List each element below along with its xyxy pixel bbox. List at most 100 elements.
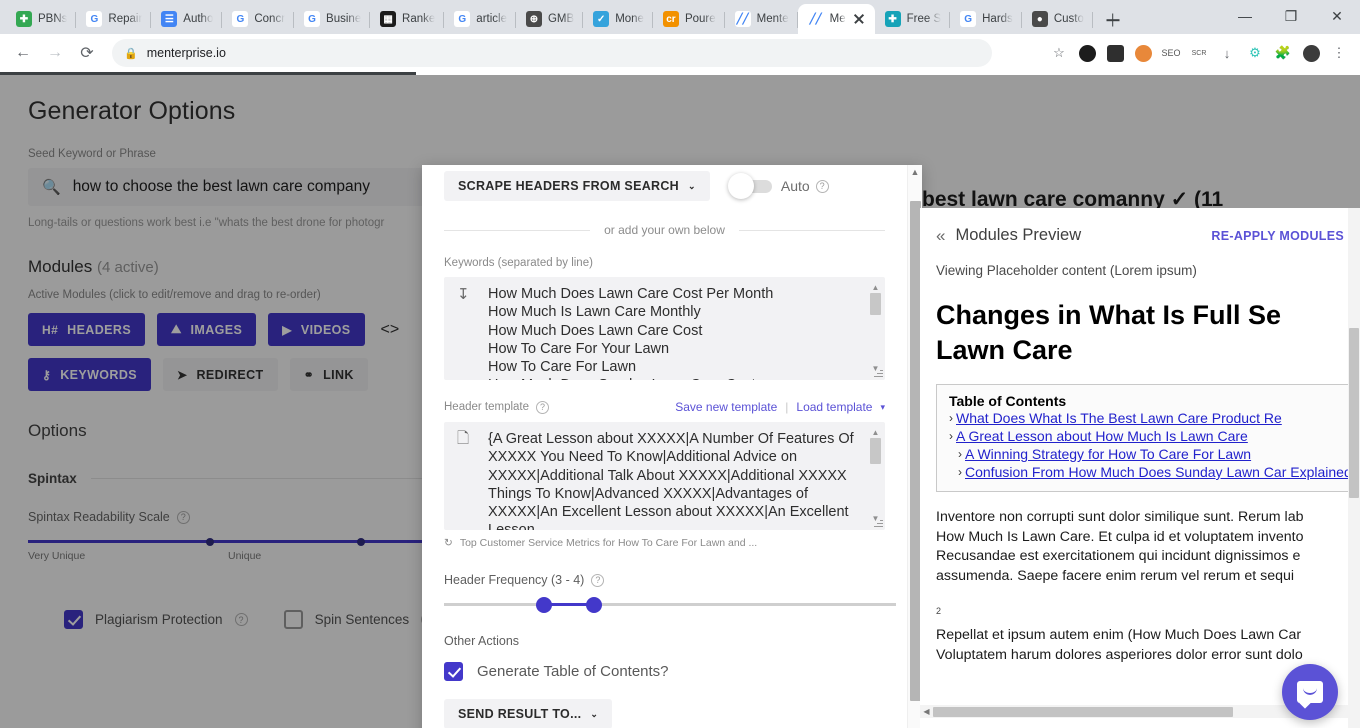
send-result-to-button[interactable]: SEND RESULT TO... ⌄ — [444, 699, 613, 728]
toc-bullet-icon: › — [958, 447, 962, 461]
keywords-textarea[interactable]: ↧ How Much Does Lawn Care Cost Per Month… — [444, 277, 885, 380]
google-icon: G — [454, 11, 471, 27]
intercom-chat-button[interactable] — [1282, 664, 1338, 720]
browser-tab[interactable]: Garticle — [444, 4, 516, 34]
browser-tab[interactable]: ▦ Ranke — [370, 4, 445, 34]
scrape-row: SCRAPE HEADERS FROM SEARCH ⌄ Auto ? — [444, 165, 885, 201]
toc-link[interactable]: What Does What Is The Best Lawn Care Pro… — [956, 409, 1282, 427]
toc-title: Table of Contents — [949, 393, 1067, 409]
browser-tab[interactable]: ● Custo — [1022, 4, 1093, 34]
new-tab-button[interactable] — [1099, 6, 1127, 34]
reload-button[interactable]: ⟳ — [72, 38, 102, 68]
frequency-min-knob[interactable] — [536, 596, 552, 613]
puzzle-icon[interactable]: 🧩 — [1270, 40, 1296, 66]
address-bar[interactable]: 🔒 menterprise.io — [112, 39, 992, 67]
help-icon[interactable]: ? — [815, 179, 829, 193]
divider-line-left — [444, 229, 591, 231]
image-extension-icon[interactable] — [1130, 40, 1156, 66]
browser-tab[interactable]: ⊕ GMB — [516, 4, 584, 34]
help-icon[interactable]: ? — [591, 573, 605, 587]
maximize-button[interactable]: ❐ — [1268, 0, 1314, 32]
keyword-line: How Much Does Lawn Care Cost Per Month — [488, 286, 774, 302]
seo-extension-icon[interactable]: SEO — [1158, 40, 1184, 66]
header-template-textarea[interactable]: 🗋 {A Great Lesson about XXXXX|A Number O… — [444, 422, 885, 530]
forward-button[interactable]: → — [40, 38, 70, 68]
preview-vertical-scrollbar[interactable] — [1348, 208, 1360, 728]
header-template-text: {A Great Lesson about XXXXX|A Number Of … — [488, 431, 854, 530]
toc-link[interactable]: A Winning Strategy for How To Care For L… — [965, 445, 1251, 463]
scrollbar-thumb[interactable] — [870, 438, 881, 464]
double-chevron-left-icon[interactable]: « — [936, 226, 945, 246]
browser-tab[interactable]: ╱╱ Me — [797, 4, 875, 34]
browser-tab[interactable]: ✚ PBNs — [6, 4, 77, 34]
browser-tab[interactable]: G Repair — [76, 4, 152, 34]
plus-icon: ✚ — [884, 11, 901, 27]
resize-handle[interactable] — [872, 368, 883, 379]
scrollbar-thumb[interactable] — [870, 293, 881, 315]
downloads-icon[interactable]: ↓ — [1214, 40, 1240, 66]
minimize-button[interactable]: — — [1222, 0, 1268, 32]
template-actions: Save new template | Load template ▾ — [675, 400, 885, 414]
load-template-link[interactable]: Load template — [796, 400, 872, 414]
chrome-menu-icon[interactable]: ⋮ — [1326, 40, 1352, 66]
browser-tab[interactable]: ✚ Free S — [875, 4, 951, 34]
template-scrollbar[interactable]: ▲ ▼ — [869, 428, 882, 524]
hscrollbar-thumb[interactable] — [933, 706, 1233, 717]
tab-title: PBNs — [38, 13, 68, 25]
browser-tab[interactable]: G Concr — [222, 4, 294, 34]
extension-n-icon[interactable] — [1074, 40, 1100, 66]
browser-tab[interactable]: G Busine — [294, 4, 371, 34]
grid-icon: ▦ — [380, 11, 397, 27]
modal-scrollbar-thumb[interactable] — [909, 201, 921, 701]
scroll-up-icon[interactable]: ▲ — [872, 428, 880, 438]
toc-link[interactable]: A Great Lesson about How Much Is Lawn Ca… — [956, 427, 1248, 445]
browser-tab[interactable]: ☰ Autho — [151, 4, 223, 34]
scroll-up-icon[interactable]: ▲ — [872, 283, 880, 293]
generate-toc-checkbox[interactable] — [444, 662, 463, 681]
scrape-headers-button[interactable]: SCRAPE HEADERS FROM SEARCH ⌄ — [444, 171, 710, 201]
scroll-up-icon[interactable]: ▲ — [911, 165, 920, 179]
browser-tab[interactable]: ✓ Mone — [583, 4, 653, 34]
close-window-button[interactable]: ✕ — [1314, 0, 1360, 32]
re-apply-modules-button[interactable]: RE-APPLY MODULES — [1211, 229, 1344, 243]
scroll-left-icon[interactable]: ◀ — [920, 707, 933, 716]
browser-tab[interactable]: ╱╱ Mente — [725, 4, 798, 34]
profile-avatar[interactable] — [1298, 40, 1324, 66]
browser-tab[interactable]: G Hards — [950, 4, 1022, 34]
gear-extension-icon[interactable]: ⚙ — [1242, 40, 1268, 66]
download-arrow-icon[interactable] — [1102, 40, 1128, 66]
scrape-headers-label: SCRAPE HEADERS FROM SEARCH — [458, 179, 680, 193]
minimize-icon: — — [1238, 8, 1252, 24]
toc-links: › What Does What Is The Best Lawn Care Pr… — [949, 409, 1355, 481]
chevron-down-icon[interactable]: ▾ — [880, 402, 885, 413]
back-button[interactable]: ← — [8, 38, 38, 68]
tab-title: Poure — [684, 13, 716, 25]
header-frequency-slider[interactable] — [444, 596, 896, 613]
scraper-extension-icon[interactable]: SCR — [1186, 40, 1212, 66]
tab-title: Mone — [615, 13, 644, 25]
keywords-scrollbar[interactable]: ▲ ▼ — [869, 283, 882, 374]
tab-close-icon[interactable] — [852, 12, 866, 26]
browser-tab[interactable]: cr Poure — [653, 4, 725, 34]
template-icon: 🗋 — [457, 430, 470, 447]
toggle-knob[interactable] — [727, 173, 754, 199]
preview-document: Changes in What Is Full Se Lawn Care Tab… — [920, 298, 1360, 718]
auto-toggle-label: Auto ? — [781, 178, 829, 194]
preview-horizontal-scrollbar[interactable]: ◀ — [920, 705, 1348, 718]
resize-handle[interactable] — [872, 518, 883, 529]
bookmark-star-icon[interactable]: ☆ — [1046, 40, 1072, 66]
generate-toc-row[interactable]: Generate Table of Contents? — [444, 662, 885, 681]
toc-link[interactable]: Confusion From How Much Does Sunday Lawn… — [965, 463, 1352, 481]
menterprise-icon: ╱╱ — [734, 11, 751, 27]
modules-preview-panel: « Modules Preview RE-APPLY MODULES Viewi… — [920, 208, 1360, 728]
vscrollbar-thumb[interactable] — [1349, 328, 1359, 498]
frequency-max-knob[interactable] — [586, 596, 602, 613]
help-icon[interactable]: ? — [536, 400, 550, 414]
auto-toggle-group[interactable]: Auto ? — [727, 173, 829, 199]
save-new-template-link[interactable]: Save new template — [675, 400, 777, 414]
tab-title: Custo — [1053, 13, 1084, 25]
header-template-label-text: Header template — [444, 401, 530, 413]
divider-line-right — [738, 229, 885, 231]
auto-toggle[interactable] — [727, 173, 772, 199]
keywords-label-text: Keywords (separated by line) — [444, 257, 593, 269]
